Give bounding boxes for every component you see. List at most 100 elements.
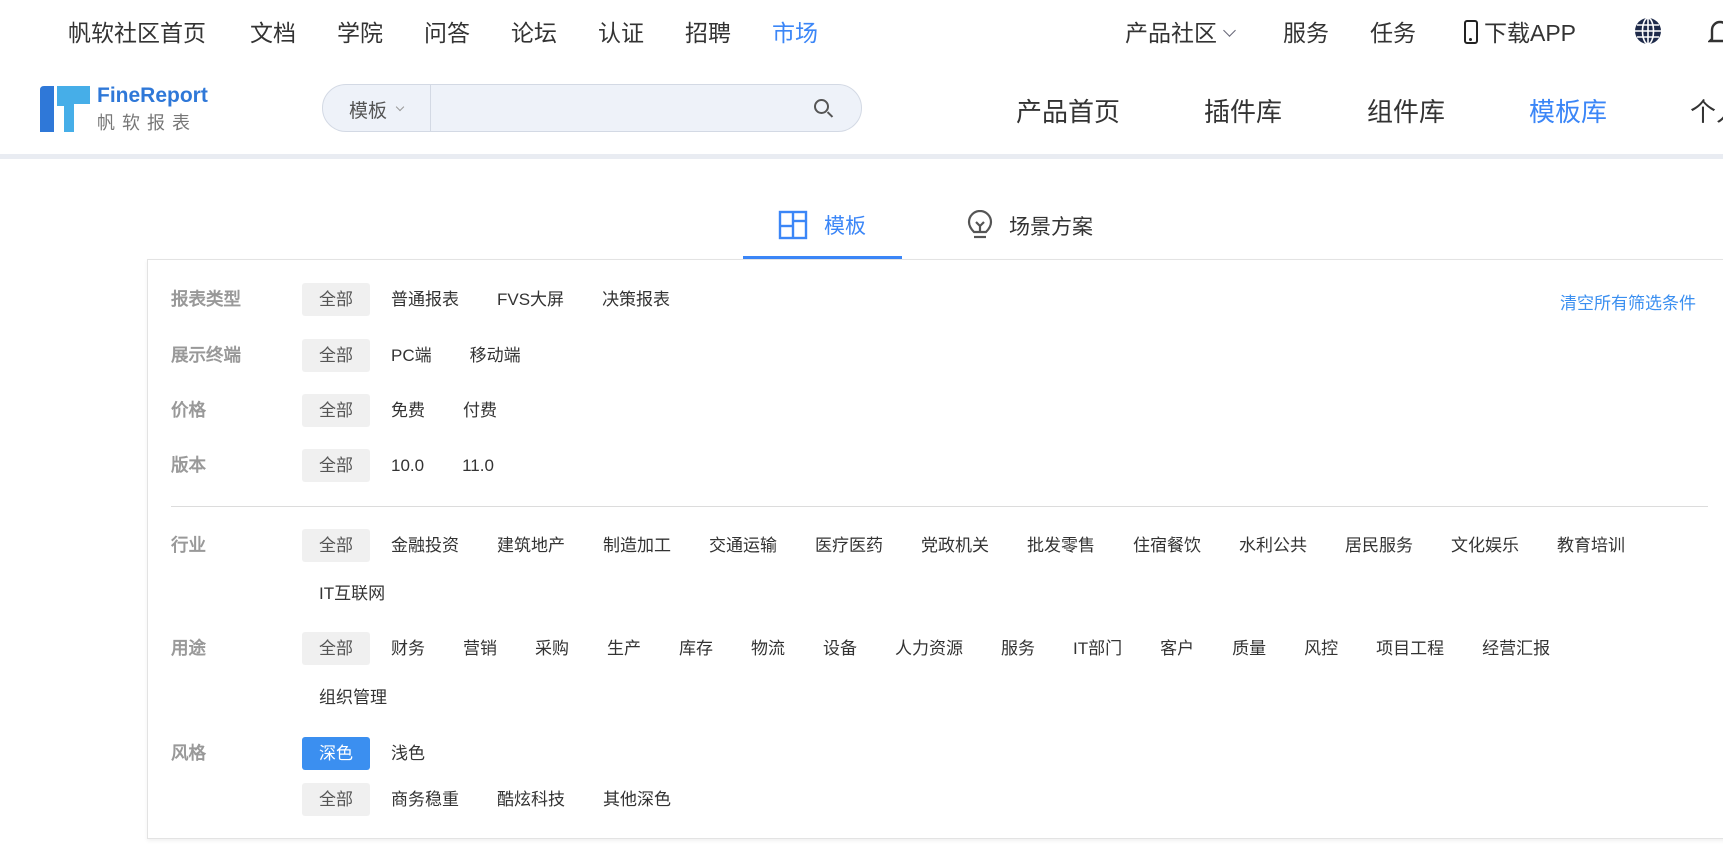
filter-option[interactable]: 交通运输 bbox=[692, 529, 794, 562]
filter-option[interactable]: 免费 bbox=[374, 394, 442, 427]
nav-home[interactable]: 帆软社区首页 bbox=[68, 14, 206, 48]
logo-sub: 帆软报表 bbox=[97, 113, 197, 133]
filter-option[interactable]: 其他深色 bbox=[586, 783, 688, 816]
product-nav-plugins[interactable]: 插件库 bbox=[1204, 92, 1282, 129]
nav-forum[interactable]: 论坛 bbox=[511, 14, 557, 48]
filter-option[interactable]: 质量 bbox=[1215, 632, 1283, 665]
search-category-select[interactable]: 模板 bbox=[323, 85, 431, 131]
filter-option[interactable]: 全部 bbox=[302, 283, 370, 316]
filter-row: 风格 深色 浅色 全部 商务稳重 酷炫科技 其他深色 bbox=[171, 737, 692, 816]
filter-option[interactable]: 制造加工 bbox=[586, 529, 688, 562]
filter-option[interactable]: 全部 bbox=[302, 449, 370, 482]
finereport-logo[interactable]: FineReport 帆软报表 bbox=[40, 84, 210, 134]
filter-option[interactable]: 采购 bbox=[518, 632, 586, 665]
filter-option[interactable]: 风控 bbox=[1287, 632, 1355, 665]
filter-label: 用途 bbox=[171, 638, 206, 658]
nav-service[interactable]: 服务 bbox=[1283, 14, 1329, 48]
filter-option[interactable]: 经营汇报 bbox=[1465, 632, 1567, 665]
nav-cert[interactable]: 认证 bbox=[598, 14, 644, 48]
filter-option[interactable]: 库存 bbox=[662, 632, 730, 665]
nav-academy[interactable]: 学院 bbox=[337, 14, 383, 48]
filter-option[interactable]: 建筑地产 bbox=[480, 529, 582, 562]
tab-scenario[interactable]: 场景方案 bbox=[967, 210, 1093, 242]
filter-options: 全部 免费 付费 bbox=[302, 394, 518, 427]
filter-option[interactable]: 营销 bbox=[446, 632, 514, 665]
filter-option[interactable]: 11.0 bbox=[445, 449, 511, 482]
filter-row: 展示终端 全部 PC端 移动端 bbox=[171, 339, 542, 372]
filter-label: 展示终端 bbox=[171, 345, 241, 365]
tab-template[interactable]: 模板 bbox=[778, 210, 866, 240]
filter-row: 用途 全部 财务 营销 采购 生产 库存 物流 设备 人力资源 服务 IT部门 客户 质量 风控 项目工程 经营… bbox=[171, 632, 1571, 714]
filter-label: 价格 bbox=[171, 400, 206, 420]
filter-option[interactable]: FVS大屏 bbox=[480, 283, 581, 316]
filter-option[interactable]: 付费 bbox=[446, 394, 514, 427]
nav-jobs[interactable]: 招聘 bbox=[685, 14, 731, 48]
nav-market[interactable]: 市场 bbox=[772, 14, 818, 48]
filter-option[interactable]: IT互联网 bbox=[302, 577, 402, 610]
filter-option[interactable]: 移动端 bbox=[453, 339, 538, 372]
filter-option[interactable]: 服务 bbox=[984, 632, 1052, 665]
product-nav-components[interactable]: 组件库 bbox=[1367, 92, 1445, 129]
filter-option[interactable]: 教育培训 bbox=[1540, 529, 1642, 562]
clear-filters-link[interactable]: 清空所有筛选条件 bbox=[1560, 289, 1696, 314]
logo-brand: FineReport bbox=[97, 84, 208, 107]
filter-option[interactable]: 住宿餐饮 bbox=[1116, 529, 1218, 562]
filter-options: 组织管理 bbox=[302, 681, 1571, 714]
filter-option[interactable]: 酷炫科技 bbox=[480, 783, 582, 816]
search-icon[interactable] bbox=[814, 99, 829, 114]
globe-icon[interactable] bbox=[1633, 16, 1663, 52]
nav-download-app[interactable]: 下载APP bbox=[1464, 14, 1576, 48]
filter-option[interactable]: 深色 bbox=[302, 737, 370, 770]
product-header: FineReport 帆软报表 模板 产品首页 插件库 组件库 模板库 个人 bbox=[0, 62, 1723, 154]
filter-options: 全部 PC端 移动端 bbox=[302, 339, 542, 372]
filter-option[interactable]: 项目工程 bbox=[1359, 632, 1461, 665]
filter-option[interactable]: 财务 bbox=[374, 632, 442, 665]
nav-qa[interactable]: 问答 bbox=[424, 14, 470, 48]
filter-option[interactable]: 全部 bbox=[302, 632, 370, 665]
filter-row: 报表类型 全部 普通报表 FVS大屏 决策报表 bbox=[171, 283, 691, 316]
filter-option[interactable]: 党政机关 bbox=[904, 529, 1006, 562]
filter-option[interactable]: 决策报表 bbox=[585, 283, 687, 316]
nav-product-community[interactable]: 产品社区 bbox=[1125, 14, 1236, 48]
bell-icon[interactable] bbox=[1707, 18, 1723, 52]
filter-label: 版本 bbox=[171, 455, 206, 475]
filter-row: 价格 全部 免费 付费 bbox=[171, 394, 518, 427]
filter-option[interactable]: 浅色 bbox=[374, 737, 442, 770]
filter-option[interactable]: 设备 bbox=[806, 632, 874, 665]
filter-option[interactable]: 客户 bbox=[1143, 632, 1211, 665]
filter-option[interactable]: PC端 bbox=[374, 339, 449, 372]
filter-divider bbox=[171, 506, 1708, 507]
filter-option[interactable]: 10.0 bbox=[374, 449, 441, 482]
filter-option[interactable]: 全部 bbox=[302, 339, 370, 372]
nav-docs[interactable]: 文档 bbox=[250, 14, 296, 48]
product-nav-personal[interactable]: 个人 bbox=[1690, 92, 1723, 129]
filter-option[interactable]: 批发零售 bbox=[1010, 529, 1112, 562]
filter-option[interactable]: 文化娱乐 bbox=[1434, 529, 1536, 562]
filter-row: 行业 全部 金融投资 建筑地产 制造加工 交通运输 医疗医药 党政机关 批发零售 住宿餐饮 水利公共… bbox=[171, 529, 1646, 610]
filter-option[interactable]: 生产 bbox=[590, 632, 658, 665]
phone-icon bbox=[1464, 20, 1478, 44]
filter-options: 深色 浅色 bbox=[302, 737, 692, 770]
filter-option[interactable]: 水利公共 bbox=[1222, 529, 1324, 562]
filter-label: 风格 bbox=[171, 743, 206, 763]
filter-option[interactable]: 金融投资 bbox=[374, 529, 476, 562]
download-label: 下载APP bbox=[1484, 20, 1577, 46]
logo-icon bbox=[40, 86, 90, 132]
product-nav-home[interactable]: 产品首页 bbox=[1016, 92, 1120, 129]
filter-options: 全部 普通报表 FVS大屏 决策报表 bbox=[302, 283, 691, 316]
filter-option[interactable]: 人力资源 bbox=[878, 632, 980, 665]
filter-option[interactable]: 医疗医药 bbox=[798, 529, 900, 562]
filter-option[interactable]: 普通报表 bbox=[374, 283, 476, 316]
nav-task[interactable]: 任务 bbox=[1370, 14, 1416, 48]
search-input[interactable] bbox=[433, 85, 803, 131]
filter-option[interactable]: 组织管理 bbox=[302, 681, 404, 714]
filter-option[interactable]: 全部 bbox=[302, 394, 370, 427]
filter-option[interactable]: 商务稳重 bbox=[374, 783, 476, 816]
product-nav-templates[interactable]: 模板库 bbox=[1529, 92, 1607, 129]
filter-option[interactable]: 全部 bbox=[302, 783, 370, 816]
filter-option[interactable]: IT部门 bbox=[1056, 632, 1139, 665]
nav-product-community-label: 产品社区 bbox=[1125, 20, 1217, 46]
filter-option[interactable]: 全部 bbox=[302, 529, 370, 562]
filter-option[interactable]: 物流 bbox=[734, 632, 802, 665]
filter-option[interactable]: 居民服务 bbox=[1328, 529, 1430, 562]
